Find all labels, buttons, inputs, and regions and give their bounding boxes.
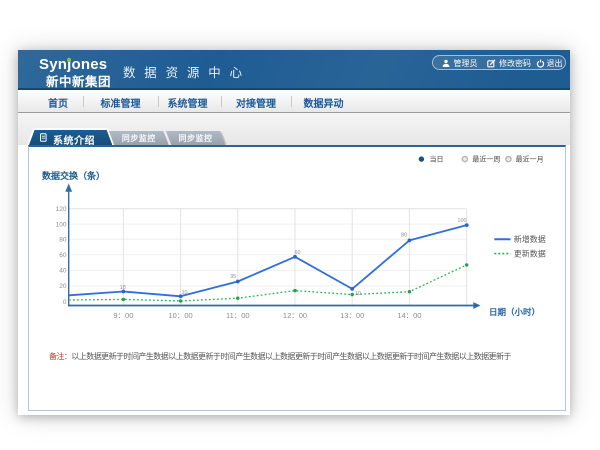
svg-text:更新数据: 更新数据 [514,249,546,259]
svg-text:18: 18 [120,285,126,291]
svg-text:35: 35 [230,274,236,280]
svg-text:80: 80 [401,233,407,239]
svg-text:10: 10 [181,290,187,296]
svg-text:数据交换（条）: 数据交换（条） [42,170,105,181]
svg-text:13：00: 13：00 [340,311,364,320]
svg-text:60: 60 [294,250,300,256]
svg-text:12：00: 12：00 [283,311,307,320]
svg-text:40: 40 [59,268,67,275]
svg-text:新增数据: 新增数据 [514,234,546,244]
svg-text:最近一月: 最近一月 [516,155,544,164]
svg-text:当日: 当日 [430,155,444,164]
svg-text:0: 0 [63,299,67,306]
svg-text:120: 120 [56,206,67,213]
svg-text:80: 80 [59,237,67,244]
svg-text:10: 10 [355,291,361,297]
svg-text:60: 60 [59,252,67,259]
svg-text:100: 100 [457,218,466,224]
svg-text:20: 20 [59,283,67,290]
svg-text:11：00: 11：00 [226,311,250,320]
svg-text:最近一周: 最近一周 [472,155,500,164]
svg-text:日期（小时）: 日期（小时） [489,307,540,317]
svg-text:14：00: 14：00 [397,311,421,320]
svg-text:9：00: 9：00 [113,311,133,320]
svg-text:100: 100 [56,221,67,228]
svg-text:10：00: 10：00 [169,311,193,320]
